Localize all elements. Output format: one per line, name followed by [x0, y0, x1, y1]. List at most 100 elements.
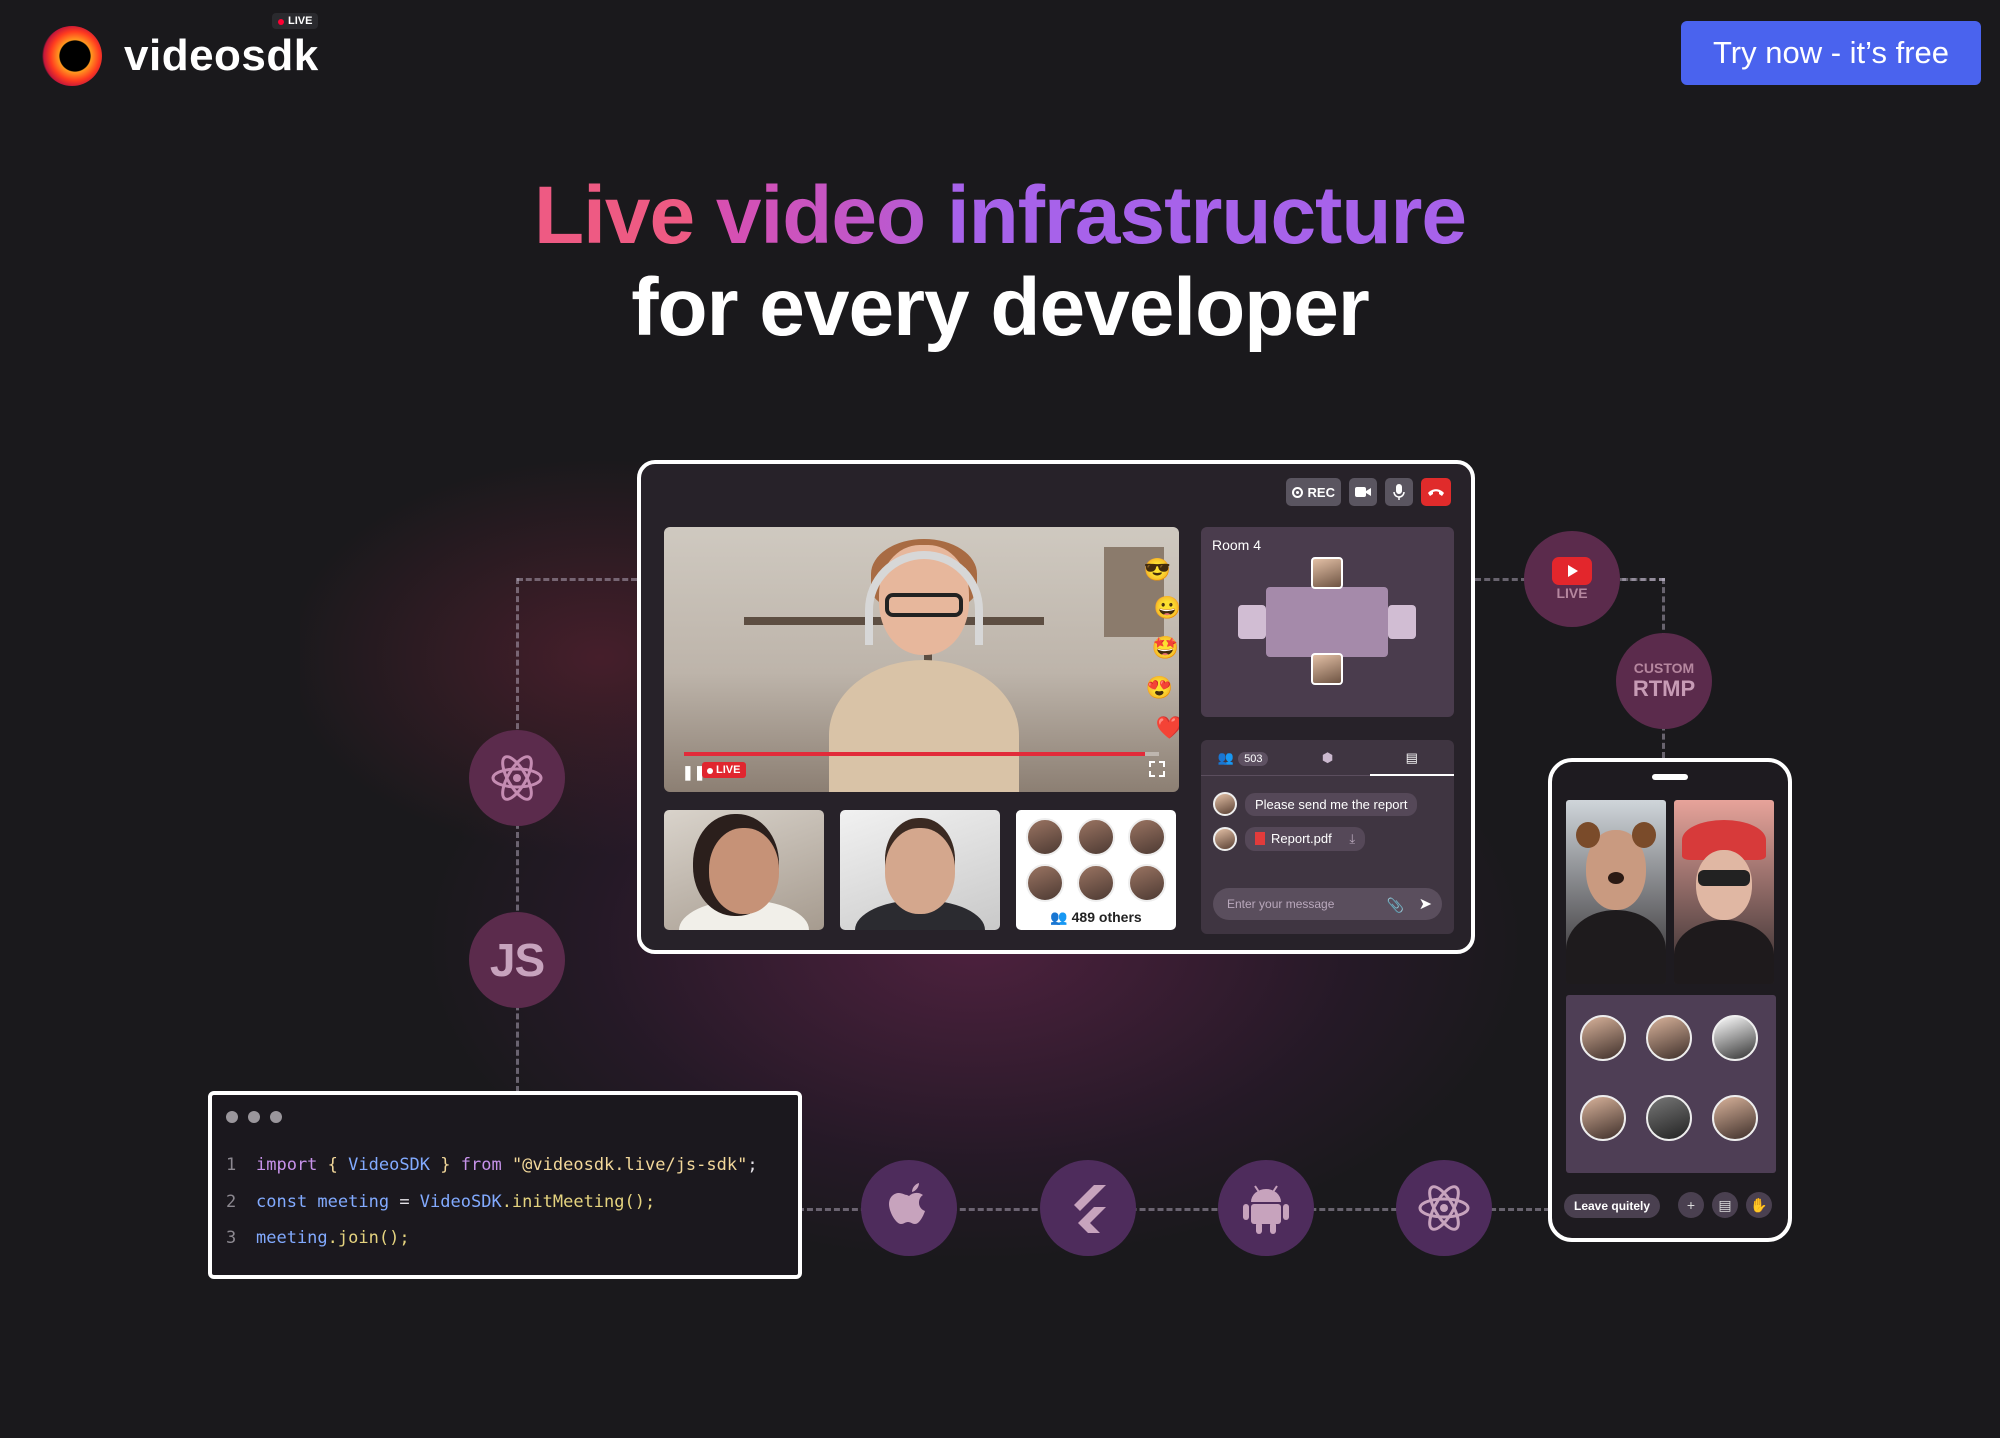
camera-button[interactable]	[1349, 478, 1377, 506]
connector-line	[1620, 578, 1665, 581]
chat-message-input[interactable]	[1213, 888, 1442, 920]
fullscreen-icon[interactable]	[1149, 761, 1165, 777]
participant-avatar[interactable]	[1712, 1095, 1758, 1141]
room-seat	[1388, 605, 1416, 639]
code-token: meeting	[256, 1228, 328, 1248]
chat-icon: ▤	[1405, 749, 1418, 765]
rtmp-icon: RTMP	[1632, 676, 1696, 701]
window-dot	[226, 1111, 238, 1123]
participant-avatar[interactable]	[1646, 1095, 1692, 1141]
grin-emoji-icon: 😀	[1153, 595, 1179, 620]
participants-count: 503	[1238, 751, 1269, 766]
line-number: 3	[226, 1228, 237, 1248]
logo[interactable]: videosdk LIVE	[42, 13, 319, 86]
hero-line-1: Live video infrastructure	[0, 170, 2000, 262]
mobile-video-tile[interactable]	[1566, 800, 1666, 984]
hero-video: video	[715, 170, 947, 261]
participant-avatar	[1026, 818, 1064, 856]
android-sdk-badge[interactable]	[1218, 1160, 1314, 1256]
sender-avatar	[1213, 827, 1237, 851]
custom-rtmp-badge[interactable]: CUSTOM RTMP	[1616, 633, 1712, 729]
youtube-live-badge[interactable]: LIVE	[1524, 531, 1620, 627]
file-attachment[interactable]: Report.pdf ⤓	[1245, 827, 1366, 851]
window-dot	[248, 1111, 260, 1123]
youtube-live-label: LIVE	[1556, 585, 1588, 601]
code-token: ;	[747, 1155, 758, 1175]
code-token: meeting	[307, 1192, 390, 1212]
code-token: .join	[327, 1228, 379, 1248]
others-tile[interactable]: 👥 489 others	[1016, 810, 1176, 930]
participant-avatar[interactable]	[1580, 1095, 1626, 1141]
mobile-video-tile[interactable]	[1674, 800, 1774, 984]
rtmp-top-label: CUSTOM	[1633, 660, 1695, 676]
participant-avatar[interactable]	[1580, 1015, 1626, 1061]
react-sdk-badge[interactable]	[469, 730, 565, 826]
video-progress-bar[interactable]	[684, 752, 1159, 756]
flutter-icon	[1074, 1185, 1106, 1233]
connector-line	[516, 578, 519, 1092]
others-count-label: 👥 489 others	[1016, 909, 1176, 926]
attach-icon[interactable]: 📎	[1387, 897, 1404, 914]
youtube-icon	[1552, 557, 1592, 585]
flutter-sdk-badge[interactable]	[1040, 1160, 1136, 1256]
room-panel[interactable]: Room 4	[1201, 527, 1454, 717]
participant-avatar[interactable]	[1712, 1015, 1758, 1061]
leave-button[interactable]: Leave quitely	[1564, 1194, 1661, 1218]
end-call-button[interactable]	[1421, 478, 1451, 506]
mic-icon	[1393, 484, 1405, 500]
react-icon	[491, 755, 543, 801]
others-count: 489 others	[1071, 909, 1142, 925]
mic-button[interactable]	[1385, 478, 1413, 506]
tab-chat[interactable]: ▤	[1369, 740, 1454, 776]
participant-tile[interactable]	[664, 810, 824, 930]
hero-line-2: for every developer	[631, 262, 1370, 353]
participant-face	[709, 828, 779, 914]
call-toolbar: REC	[1285, 478, 1451, 506]
room-table	[1266, 587, 1388, 657]
apple-icon	[889, 1183, 925, 1224]
add-icon[interactable]: +	[1678, 1192, 1704, 1218]
chat-message-text: Please send me the report	[1245, 792, 1418, 816]
js-sdk-badge[interactable]: JS	[469, 912, 565, 1008]
code-token: from	[460, 1155, 502, 1175]
code-line-2: 2 const meeting = VideoSDK.initMeeting();	[226, 1192, 655, 1212]
chat-panel: 👥 503 ⬢ ▤ Please send me the report Repor…	[1201, 740, 1454, 934]
code-line-1: 1 import { VideoSDK } from "@videosdk.liv…	[226, 1155, 758, 1175]
ios-sdk-badge[interactable]	[861, 1160, 957, 1256]
call-window: REC 😎 😀 🤩 😍 ❤️ ❚❚ LIVE 👥 489 others Room…	[637, 460, 1475, 954]
file-name: Report.pdf	[1271, 831, 1332, 846]
hang-up-icon	[1428, 489, 1444, 496]
chat-tabs: 👥 503 ⬢ ▤	[1201, 740, 1454, 776]
react-native-icon	[1418, 1185, 1470, 1231]
code-token: VideoSDK	[348, 1155, 431, 1175]
record-label: REC	[1307, 484, 1335, 500]
participant-avatar	[1128, 818, 1166, 856]
code-token: ();	[624, 1192, 656, 1212]
sender-avatar	[1213, 792, 1237, 816]
download-icon[interactable]: ⤓	[1349, 831, 1355, 846]
audio-participants-grid	[1566, 995, 1776, 1173]
participant-tile[interactable]	[840, 810, 1000, 930]
main-video[interactable]: 😎 😀 🤩 😍 ❤️ ❚❚ LIVE	[664, 527, 1179, 792]
dog-filter-ear	[1576, 822, 1600, 848]
try-now-button[interactable]: Try now - it’s free	[1681, 21, 1981, 85]
star-eyes-emoji-icon: 🤩	[1151, 635, 1179, 660]
chat-icon[interactable]: ▤	[1712, 1192, 1738, 1218]
react-native-sdk-badge[interactable]	[1396, 1160, 1492, 1256]
brand-name: videosdk	[124, 31, 319, 80]
tab-rooms[interactable]: ⬢	[1285, 750, 1369, 766]
phone-notch	[1652, 774, 1688, 780]
code-line-3: 3 meeting.join();	[226, 1228, 410, 1248]
participant-avatar[interactable]	[1646, 1015, 1692, 1061]
record-button[interactable]: REC	[1285, 478, 1341, 506]
seated-participant-avatar	[1311, 653, 1343, 685]
participant-face	[885, 828, 955, 914]
dog-filter-nose	[1608, 872, 1624, 884]
send-icon[interactable]: ➤	[1419, 894, 1432, 914]
participant-body	[1566, 910, 1666, 984]
window-dot	[270, 1111, 282, 1123]
raise-hand-icon[interactable]: ✋	[1746, 1192, 1772, 1218]
code-token: import	[256, 1155, 318, 1175]
window-dots	[226, 1111, 282, 1123]
tab-participants[interactable]: 👥 503	[1201, 750, 1285, 766]
